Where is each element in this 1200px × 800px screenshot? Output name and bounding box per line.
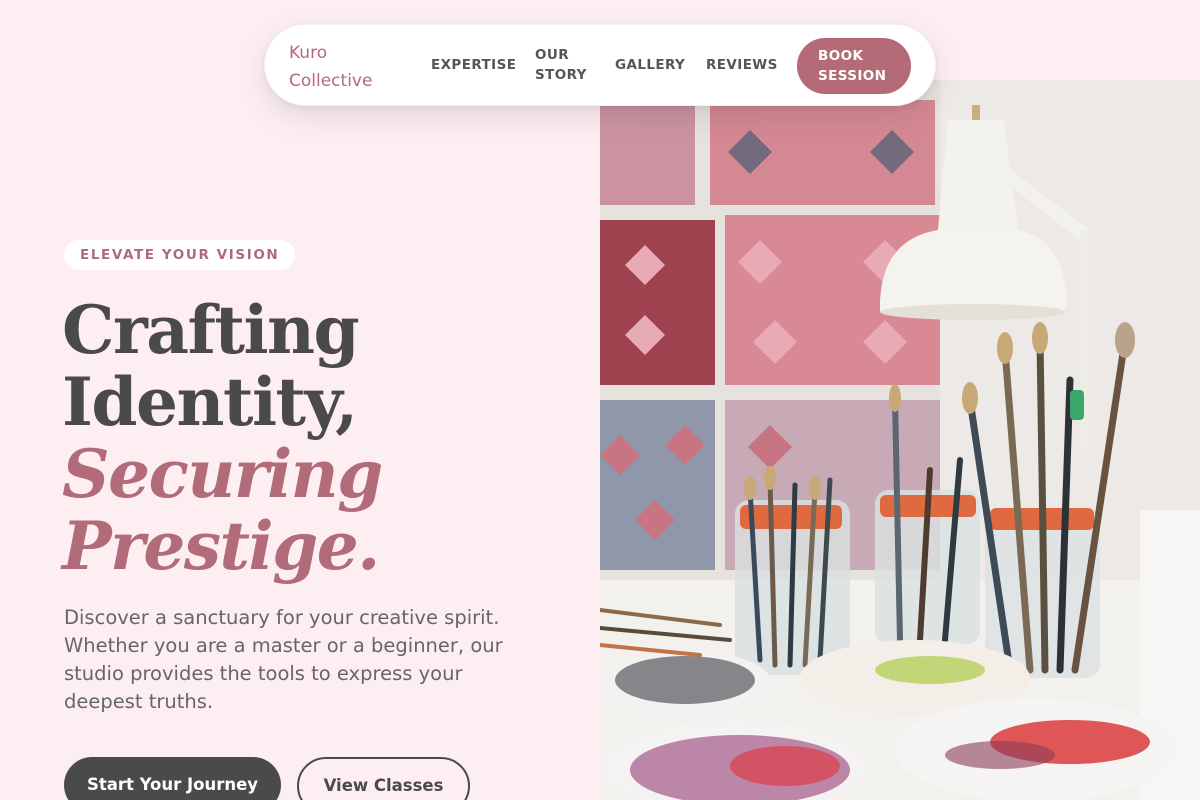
top-navbar: Kuro Collective EXPERTISE OUR STORY GALL…	[264, 24, 936, 106]
brand-logo[interactable]: Kuro Collective	[289, 39, 389, 95]
eyebrow-badge: ELEVATE YOUR VISION	[64, 240, 296, 270]
nav-link-our-story-line1: OUR	[535, 47, 570, 63]
headline-line-identity: Identity,	[62, 363, 358, 441]
nav-link-expertise[interactable]: EXPERTISE	[431, 55, 516, 75]
studio-photo-illustration	[600, 80, 1200, 800]
view-classes-button[interactable]: View Classes	[297, 757, 470, 800]
start-journey-button[interactable]: Start Your Journey	[64, 757, 281, 800]
hero-image	[600, 80, 1200, 800]
hero-description: Discover a sanctuary for your creative s…	[64, 606, 503, 713]
brand-logo-line1: Kuro	[289, 43, 328, 63]
hero-headline: Crafting Identity, Securing Prestige.	[62, 294, 582, 582]
book-session-button[interactable]: BOOK SESSION	[797, 38, 911, 94]
brand-logo-line2: Collective	[289, 71, 373, 91]
nav-link-our-story[interactable]: OUR STORY	[535, 45, 595, 85]
headline-line-securing: Securing	[62, 435, 383, 513]
book-session-line1: BOOK	[818, 48, 864, 64]
book-session-line2: SESSION	[818, 68, 887, 84]
nav-link-our-story-line2: STORY	[535, 67, 587, 83]
headline-line-crafting: Crafting	[62, 291, 360, 369]
headline-line-prestige: Prestige.	[62, 507, 380, 585]
nav-link-gallery[interactable]: GALLERY	[615, 55, 685, 75]
nav-link-reviews[interactable]: REVIEWS	[706, 55, 778, 75]
